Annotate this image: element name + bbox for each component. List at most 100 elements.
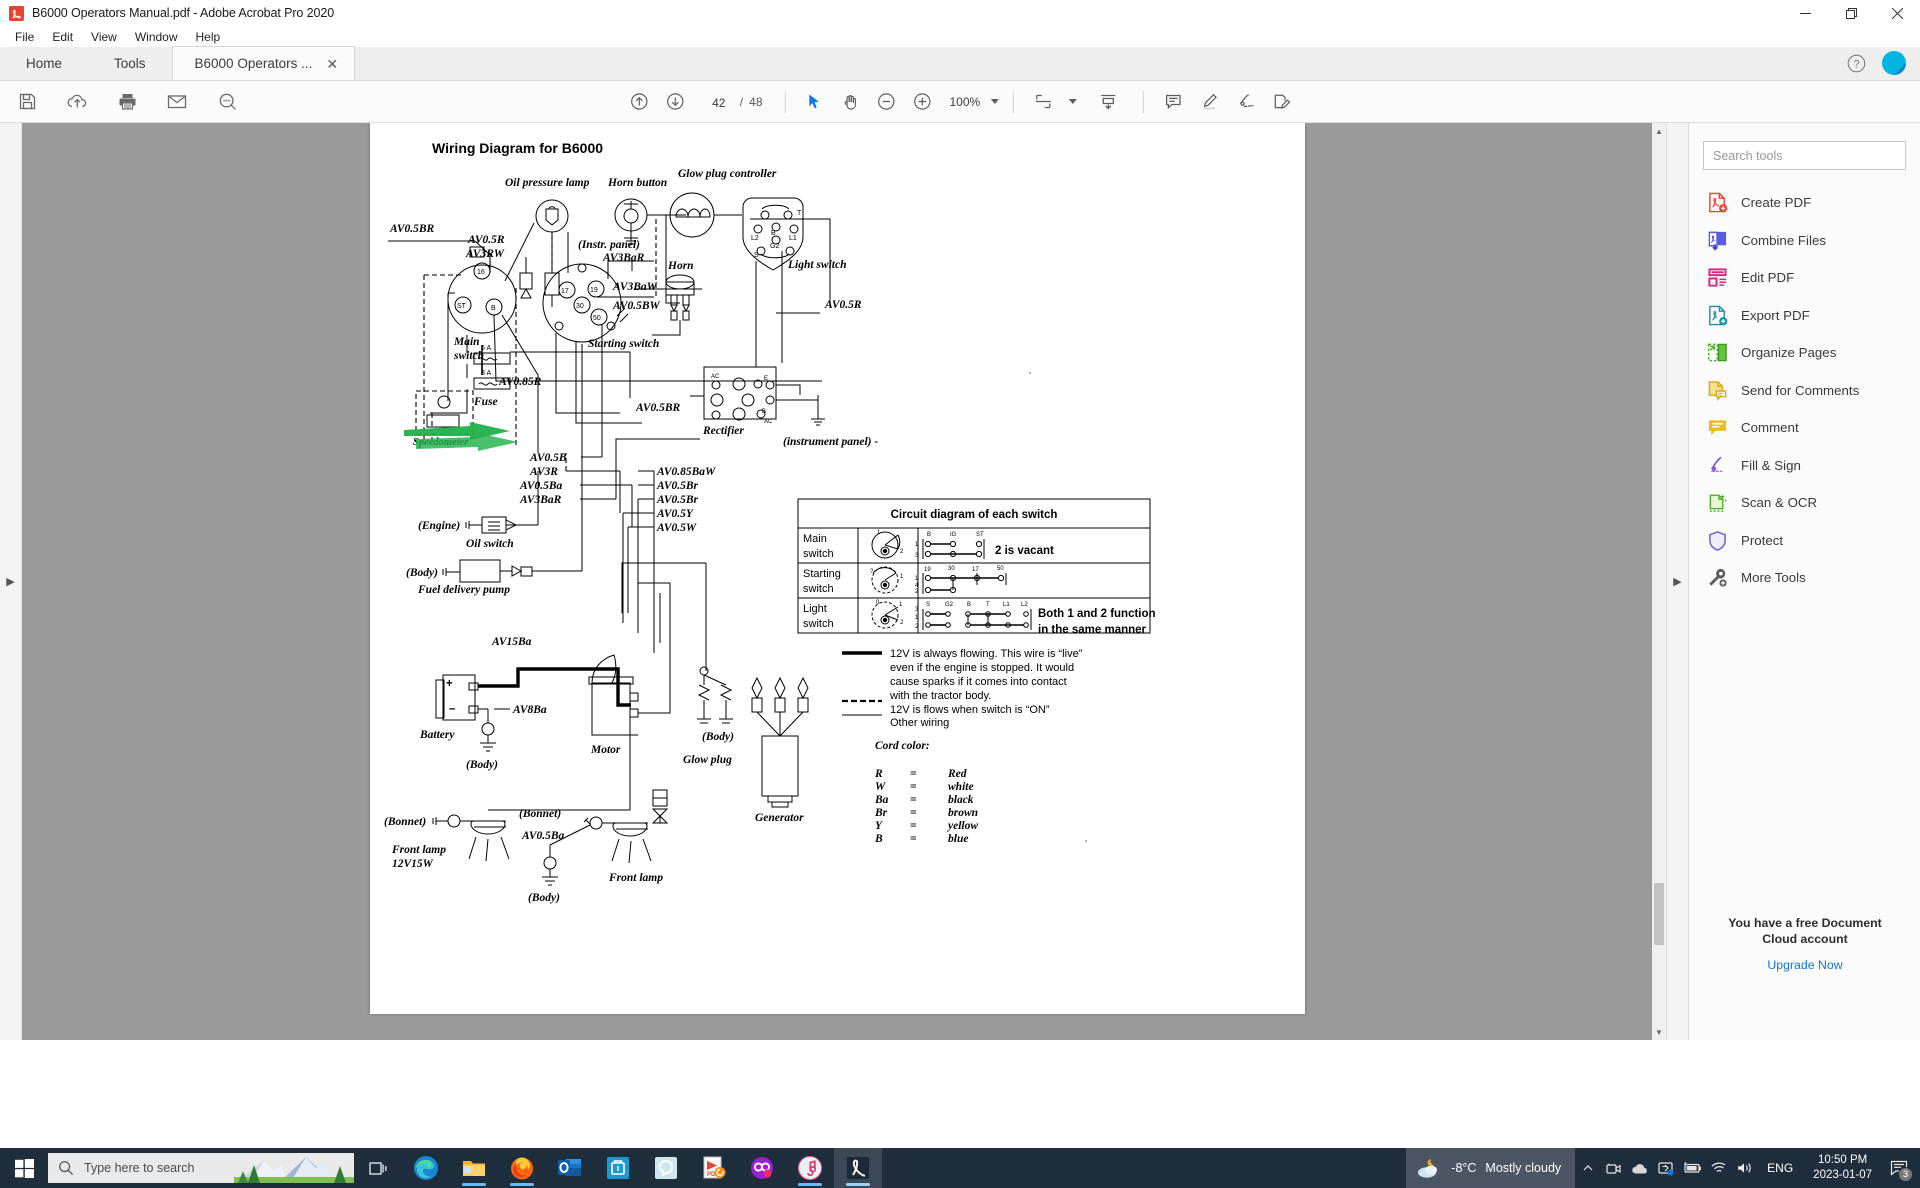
tab-bar-right: ? bbox=[1842, 46, 1920, 80]
itunes-icon[interactable] bbox=[786, 1148, 834, 1188]
tab-home[interactable]: Home bbox=[0, 46, 88, 80]
zoom-in-button[interactable] bbox=[908, 87, 938, 117]
tab-close-icon[interactable]: ✕ bbox=[326, 57, 338, 71]
battery-icon[interactable] bbox=[1679, 1148, 1705, 1188]
tool-protect[interactable]: Protect bbox=[1689, 522, 1920, 560]
zoom-level[interactable]: 100% bbox=[950, 95, 981, 109]
scroll-mode-icon[interactable] bbox=[1093, 87, 1123, 117]
minimize-button[interactable] bbox=[1782, 0, 1828, 27]
tool-combine-files[interactable]: Combine Files bbox=[1689, 222, 1920, 260]
tool-label: Combine Files bbox=[1741, 232, 1826, 248]
upload-cloud-icon[interactable] bbox=[62, 87, 92, 117]
tool-label: Organize Pages bbox=[1741, 345, 1837, 361]
svg-text:2 is vacant: 2 is vacant bbox=[995, 545, 1054, 557]
firefox-icon[interactable] bbox=[498, 1148, 546, 1188]
svg-text:AV0.5W: AV0.5W bbox=[656, 522, 697, 534]
right-panel-strip[interactable]: ▶ bbox=[1666, 123, 1688, 1040]
tool-label: Edit PDF bbox=[1741, 270, 1795, 286]
svg-text:B: B bbox=[927, 532, 931, 538]
scroll-down-arrow-icon[interactable]: ▼ bbox=[1652, 1024, 1666, 1040]
svg-text:AC: AC bbox=[764, 419, 773, 425]
document-viewport[interactable]: ▶ ▶ ▲ ▼ Wiring Diagram for B6000 .it { f… bbox=[0, 123, 1688, 1040]
left-panel-strip[interactable]: ▶ bbox=[0, 123, 22, 1040]
outlook-icon[interactable] bbox=[546, 1148, 594, 1188]
scroll-up-arrow-icon[interactable]: ▲ bbox=[1652, 123, 1666, 139]
tab-document[interactable]: B6000 Operators ... ✕ bbox=[171, 46, 356, 80]
highlighter-icon[interactable] bbox=[1194, 87, 1224, 117]
menu-view[interactable]: View bbox=[82, 28, 126, 47]
display-icon[interactable] bbox=[1653, 1148, 1679, 1188]
menu-edit[interactable]: Edit bbox=[43, 28, 82, 47]
task-view-icon[interactable] bbox=[354, 1148, 402, 1188]
tool-send-for-comments[interactable]: Send for Comments bbox=[1689, 372, 1920, 410]
tab-tools[interactable]: Tools bbox=[88, 46, 172, 80]
expand-left-panel-chevron-icon[interactable]: ▶ bbox=[6, 575, 14, 588]
edge-icon[interactable] bbox=[402, 1148, 450, 1188]
svg-text:cause sparks if it comes into: cause sparks if it comes into contact bbox=[890, 676, 1067, 688]
menu-window[interactable]: Window bbox=[126, 28, 187, 47]
windows-logo-icon[interactable] bbox=[0, 1148, 48, 1188]
menu-file[interactable]: File bbox=[6, 28, 43, 47]
zoom-dropdown-chevron-icon[interactable] bbox=[991, 99, 1000, 104]
fill-sign-icon[interactable] bbox=[1266, 87, 1296, 117]
maximize-button[interactable] bbox=[1828, 0, 1874, 27]
teams-icon[interactable] bbox=[594, 1148, 642, 1188]
tool-comment[interactable]: Comment bbox=[1689, 409, 1920, 447]
close-button[interactable] bbox=[1874, 0, 1920, 27]
search-zoom-icon[interactable] bbox=[212, 87, 242, 117]
scrollbar-thumb[interactable] bbox=[1654, 883, 1664, 945]
hand-icon[interactable] bbox=[836, 87, 866, 117]
taskbar-app-icons: PDF bbox=[402, 1148, 882, 1188]
fit-dropdown-chevron-icon[interactable] bbox=[1069, 99, 1078, 104]
svg-text:AV3BaR: AV3BaR bbox=[519, 494, 562, 506]
print-icon[interactable] bbox=[112, 87, 142, 117]
page-number-input[interactable]: 42 bbox=[704, 92, 734, 112]
tool-scan-and-ocr[interactable]: Scan & OCR bbox=[1689, 484, 1920, 522]
volume-icon[interactable] bbox=[1731, 1148, 1757, 1188]
acrobat-icon[interactable] bbox=[834, 1148, 882, 1188]
tool-edit-pdf[interactable]: Edit PDF bbox=[1689, 259, 1920, 297]
weather-widget[interactable]: -8°C Mostly cloudy bbox=[1406, 1148, 1576, 1188]
fit-page-icon[interactable] bbox=[1028, 87, 1058, 117]
tool-organize-pages[interactable]: Organize Pages bbox=[1689, 334, 1920, 372]
zoom-icon[interactable] bbox=[642, 1148, 690, 1188]
search-tools-input[interactable]: Search tools bbox=[1703, 141, 1906, 170]
camera-icon[interactable] bbox=[1601, 1148, 1627, 1188]
next-page-button[interactable] bbox=[660, 87, 690, 117]
zoom-out-button[interactable] bbox=[872, 87, 902, 117]
onedrive-icon[interactable] bbox=[1627, 1148, 1653, 1188]
help-icon[interactable]: ? bbox=[1842, 49, 1870, 77]
infinity-app-icon[interactable] bbox=[738, 1148, 786, 1188]
file-explorer-icon[interactable] bbox=[450, 1148, 498, 1188]
svg-text:AV3RW: AV3RW bbox=[465, 248, 505, 260]
tool-create-pdf[interactable]: Create PDF bbox=[1689, 184, 1920, 222]
menu-help[interactable]: Help bbox=[187, 28, 230, 47]
pdf-page[interactable]: Wiring Diagram for B6000 .it { font-fami… bbox=[370, 123, 1305, 1014]
taskbar-search-placeholder: Type here to search bbox=[84, 1161, 195, 1175]
email-icon[interactable] bbox=[162, 87, 192, 117]
tool-fill-and-sign[interactable]: Fill & Sign bbox=[1689, 447, 1920, 485]
upgrade-now-link[interactable]: Upgrade Now bbox=[1689, 958, 1920, 972]
sign-icon[interactable] bbox=[1230, 87, 1260, 117]
svg-text:19: 19 bbox=[924, 567, 931, 573]
vertical-scrollbar[interactable]: ▲ ▼ bbox=[1652, 123, 1666, 1040]
expand-right-panel-chevron-icon[interactable]: ▶ bbox=[1673, 575, 1681, 588]
save-icon[interactable] bbox=[12, 87, 42, 117]
tray-overflow-chevron-icon[interactable] bbox=[1575, 1148, 1601, 1188]
cursor-icon[interactable] bbox=[800, 87, 830, 117]
avatar[interactable] bbox=[1882, 51, 1906, 75]
taskbar-search-input[interactable]: Type here to search bbox=[48, 1153, 354, 1183]
wifi-icon[interactable] bbox=[1705, 1148, 1731, 1188]
notification-center-icon[interactable]: 3 bbox=[1882, 1148, 1916, 1188]
clock-time: 10:50 PM bbox=[1817, 1154, 1868, 1166]
clock[interactable]: 10:50 PM 2023-01-07 bbox=[1803, 1153, 1882, 1183]
comment-icon[interactable] bbox=[1158, 87, 1188, 117]
page-navigator[interactable]: 42 / 48 bbox=[704, 92, 762, 112]
svg-text:Horn: Horn bbox=[667, 260, 694, 272]
svg-text:AV0.5Br: AV0.5Br bbox=[656, 480, 699, 492]
language-indicator[interactable]: ENG bbox=[1757, 1161, 1803, 1175]
tool-export-pdf[interactable]: Export PDF bbox=[1689, 297, 1920, 335]
previous-page-button[interactable] bbox=[624, 87, 654, 117]
pdf-converter-icon[interactable]: PDF bbox=[690, 1148, 738, 1188]
tool-more-tools[interactable]: More Tools bbox=[1689, 559, 1920, 597]
